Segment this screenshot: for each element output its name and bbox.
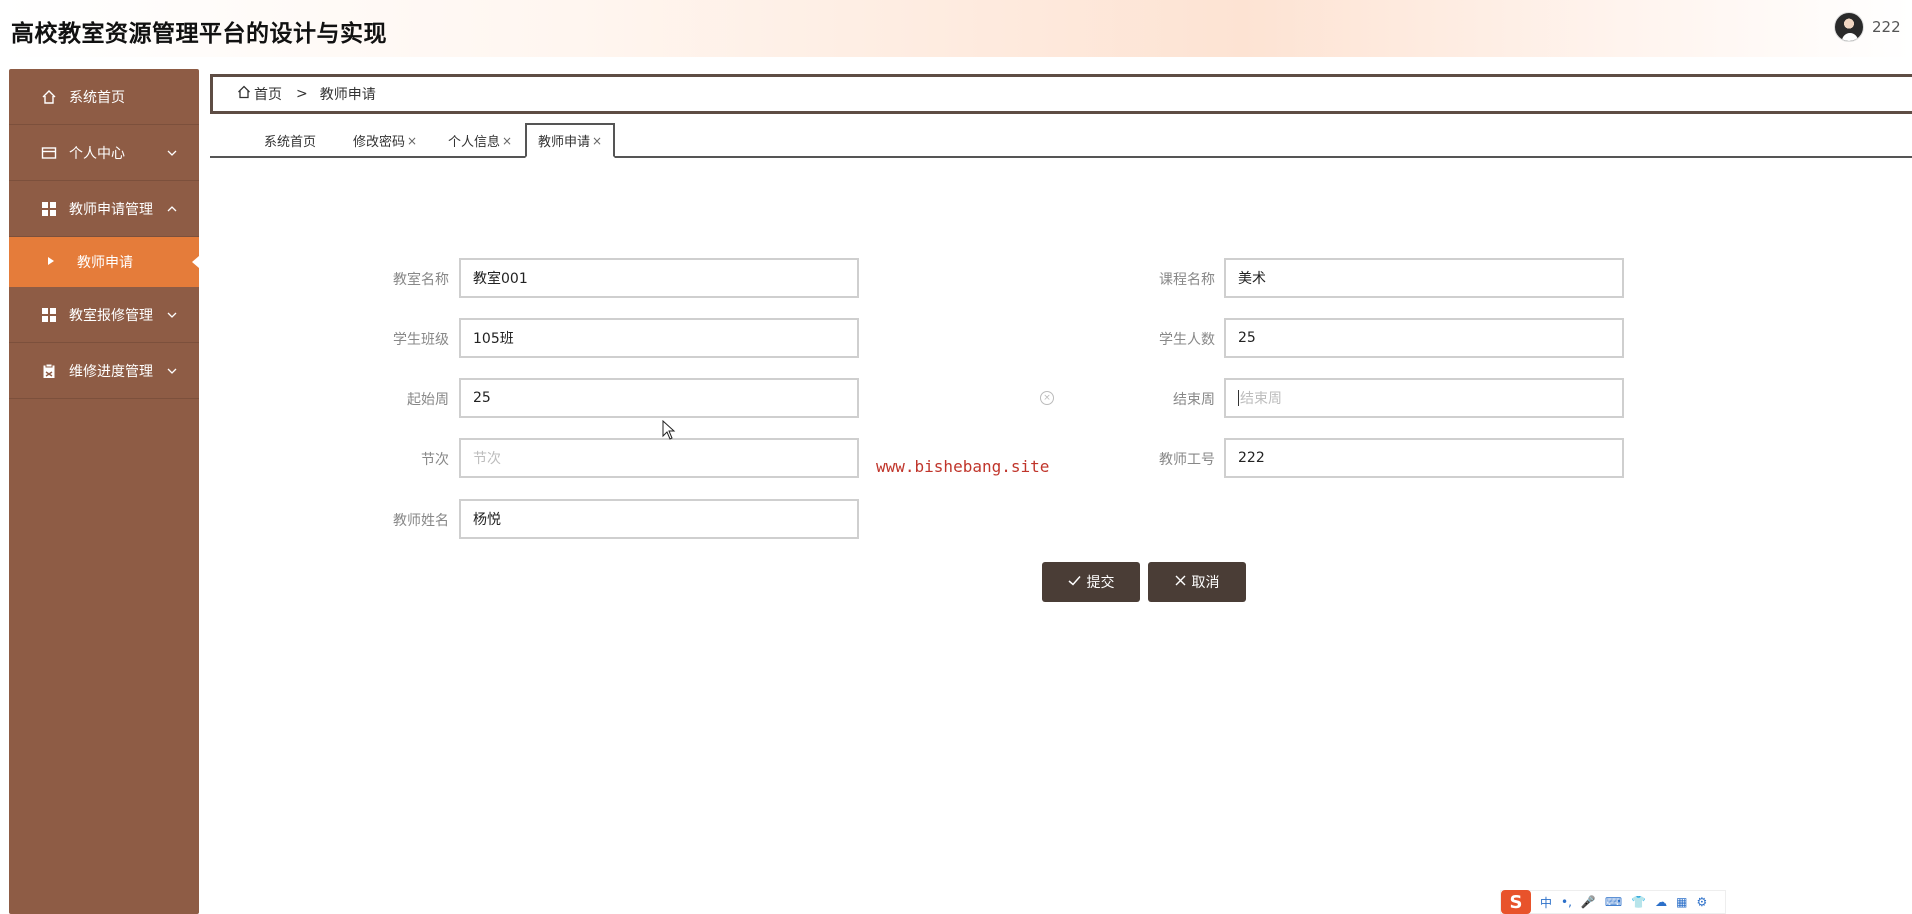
tab-bar: 系统首页 修改密码 × 个人信息 × 教师申请 × — [210, 123, 1912, 158]
course-name-input[interactable]: 美术 — [1224, 258, 1624, 298]
grid-icon — [41, 307, 57, 323]
check-icon — [1068, 575, 1081, 590]
app-window: 高校教室资源管理平台的设计与实现 222 系统首页 个人中心 教师申请管理 教师… — [0, 0, 1912, 914]
tab-change-password[interactable]: 修改密码 × — [345, 123, 425, 158]
start-week-label: 起始周 — [407, 392, 449, 408]
sidebar-item-teacher-application-mgmt[interactable]: 教师申请管理 — [9, 181, 199, 237]
chevron-down-icon — [167, 148, 177, 158]
breadcrumb-separator: > — [296, 86, 308, 102]
sidebar-item-label: 个人中心 — [69, 145, 125, 162]
sogou-logo-icon[interactable]: S — [1501, 890, 1531, 914]
cancel-button-label: 取消 — [1191, 575, 1220, 591]
tab-label: 修改密码 — [352, 135, 405, 150]
classroom-name-input[interactable]: 教室001 — [459, 258, 859, 298]
course-name-label: 课程名称 — [1159, 272, 1215, 288]
teacher-id-label: 教师工号 — [1159, 452, 1215, 468]
cloud-icon[interactable]: ☁ — [1655, 895, 1667, 909]
tab-label: 教师申请 — [537, 135, 590, 150]
keyboard-icon[interactable]: ⌨ — [1605, 895, 1622, 909]
active-indicator — [192, 256, 199, 268]
classroom-name-label: 教室名称 — [393, 272, 449, 288]
period-input[interactable]: 节次 — [459, 438, 859, 478]
username-label[interactable]: 222 — [1872, 18, 1901, 36]
gear-icon[interactable]: ⚙ — [1697, 895, 1708, 909]
top-header: 高校教室资源管理平台的设计与实现 222 — [0, 0, 1912, 57]
sidebar-item-label: 教室报修管理 — [69, 307, 153, 324]
sidebar-item-label: 教师申请管理 — [69, 201, 153, 218]
sidebar-subitem-label: 教师申请 — [77, 255, 133, 271]
chevron-down-icon — [167, 366, 177, 376]
mouse-pointer-icon — [662, 420, 676, 440]
grid-icon — [41, 201, 57, 217]
student-class-label: 学生班级 — [393, 332, 449, 348]
sidebar-menu: 系统首页 个人中心 教师申请管理 教师申请 教室报修管理 维修进度管理 — [9, 69, 199, 914]
end-week-label: 结束周 — [1173, 392, 1215, 408]
tab-personal-info[interactable]: 个人信息 × — [440, 123, 520, 158]
close-icon[interactable]: × — [502, 134, 512, 148]
text-cursor — [1238, 390, 1239, 406]
teacher-name-label: 教师姓名 — [393, 513, 449, 529]
sidebar-item-personal-center[interactable]: 个人中心 — [9, 125, 199, 181]
breadcrumb: 首页 > 教师申请 — [210, 74, 1912, 114]
chevron-up-icon — [167, 204, 177, 214]
watermark-text: www.bishebang.site — [876, 457, 1050, 476]
chevron-down-icon — [167, 310, 177, 320]
tab-teacher-application[interactable]: 教师申请 × — [525, 123, 615, 158]
skin-icon[interactable]: 👕 — [1631, 895, 1646, 909]
start-week-input[interactable]: 25 — [459, 378, 859, 418]
site-title: 高校教室资源管理平台的设计与实现 — [11, 21, 387, 47]
sidebar-subitem-teacher-application[interactable]: 教师申请 — [9, 237, 199, 287]
sidebar-item-home[interactable]: 系统首页 — [9, 69, 199, 125]
sidebar-item-repair-progress-mgmt[interactable]: 维修进度管理 — [9, 343, 199, 399]
student-class-input[interactable]: 105班 — [459, 318, 859, 358]
tab-system-home[interactable]: 系统首页 — [250, 123, 330, 158]
student-count-label: 学生人数 — [1159, 332, 1215, 348]
ime-chinese-mode[interactable]: 中 — [1540, 894, 1552, 911]
clipboard-icon — [41, 363, 57, 379]
submit-button[interactable]: 提交 — [1042, 562, 1140, 602]
tab-label: 个人信息 — [447, 135, 500, 150]
card-icon — [41, 145, 57, 161]
toolbox-icon[interactable]: ▦ — [1676, 895, 1687, 909]
close-icon[interactable]: × — [592, 134, 602, 148]
end-week-placeholder: 结束周 — [1240, 391, 1282, 407]
breadcrumb-home-link[interactable]: 首页 — [254, 84, 282, 104]
cancel-button[interactable]: 取消 — [1148, 562, 1246, 602]
sidebar-item-label: 系统首页 — [69, 89, 125, 106]
close-icon — [1175, 575, 1186, 590]
ime-toolbar: S 中 •, 🎤 ⌨ 👕 ☁ ▦ ⚙ — [1500, 890, 1726, 914]
student-count-input[interactable]: 25 — [1224, 318, 1624, 358]
home-icon — [237, 85, 251, 103]
close-icon[interactable]: × — [407, 134, 417, 148]
caret-right-icon — [47, 256, 55, 269]
breadcrumb-current: 教师申请 — [319, 87, 376, 103]
tab-label: 系统首页 — [263, 135, 316, 150]
teacher-name-input[interactable]: 杨悦 — [459, 499, 859, 539]
end-week-input[interactable]: 结束周 — [1224, 378, 1624, 418]
microphone-icon[interactable]: 🎤 — [1581, 895, 1596, 909]
user-avatar[interactable] — [1834, 12, 1864, 42]
submit-button-label: 提交 — [1086, 575, 1115, 591]
sidebar-item-label: 维修进度管理 — [69, 363, 153, 380]
teacher-id-input[interactable]: 222 — [1224, 438, 1624, 478]
home-icon — [41, 89, 57, 105]
period-label: 节次 — [421, 452, 449, 468]
sidebar-item-repair-mgmt[interactable]: 教室报修管理 — [9, 287, 199, 343]
clear-circle-icon[interactable]: × — [1040, 391, 1054, 405]
ime-punctuation-icon[interactable]: •, — [1561, 895, 1572, 909]
